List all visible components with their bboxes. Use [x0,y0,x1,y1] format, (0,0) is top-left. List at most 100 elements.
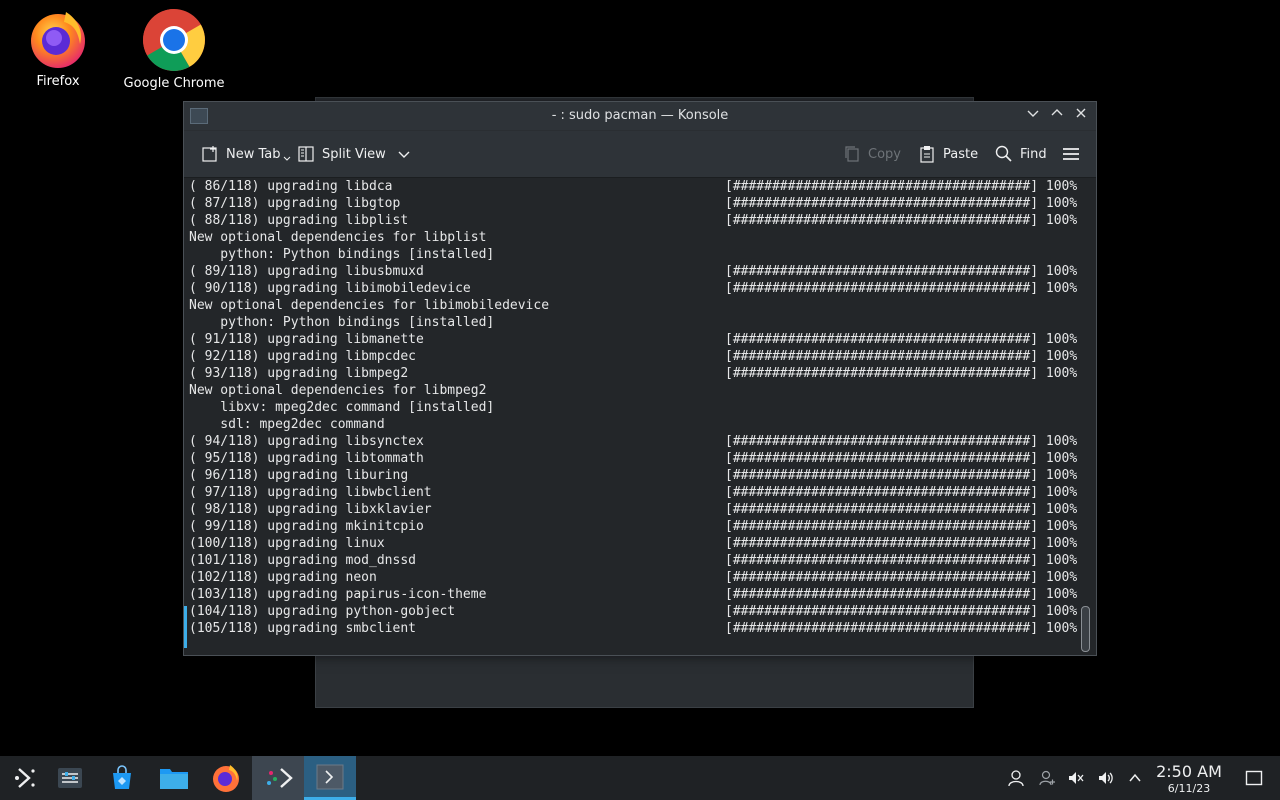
line-marker [184,606,187,648]
terminal-line: ( 92/118) upgrading libmpcdec [##########… [189,348,1079,365]
terminal-line-text: ( 87/118) upgrading libgtop [189,196,401,211]
minimize-button[interactable] [1024,107,1042,125]
terminal-progress-bar: [######################################]… [725,213,1078,228]
taskbar-clock[interactable]: 2:50 AM 6/11/23 [1150,762,1228,795]
maximize-button[interactable] [1048,107,1066,125]
desktop-icon-label: Firefox [36,74,80,89]
terminal-line: (102/118) upgrading neon [###############… [189,569,1079,586]
terminal-line: ( 93/118) upgrading libmpeg2 [###########… [189,365,1079,382]
terminal-line-text: ( 90/118) upgrading libimobiledevice [189,281,471,296]
find-label: Find [1020,146,1047,162]
konsole-window: - : sudo pacman — Konsole New Tab Split … [183,101,1097,656]
terminal-progress-bar: [######################################]… [725,366,1078,381]
terminal-line-text: (103/118) upgrading papirus-icon-theme [189,587,487,602]
taskbar-dolphin[interactable] [148,756,200,800]
terminal-progress-bar: [######################################]… [725,570,1078,585]
terminal-line: ( 94/118) upgrading libsynctex [#########… [189,433,1079,450]
terminal-progress-bar: [######################################]… [725,519,1078,534]
shopping-bag-icon [113,765,131,789]
terminal-line-text: New optional dependencies for libimobile… [189,298,550,313]
taskbar-firefox[interactable] [200,756,252,800]
terminal-line-text: ( 94/118) upgrading libsynctex [189,434,424,449]
taskbar-konsole[interactable] [304,756,356,800]
terminal-line: (101/118) upgrading mod_dnssd [##########… [189,552,1079,569]
desktop-icon-google-chrome[interactable]: Google Chrome [119,8,229,91]
terminal-progress-bar: [######################################]… [725,179,1078,194]
new-tab-button[interactable]: New Tab [201,143,298,165]
show-desktop-icon [1245,770,1263,786]
tray-microphone-muted-button[interactable] [1066,768,1086,788]
terminal-line-text: ( 86/118) upgrading libdca [189,179,393,194]
terminal-line: ( 87/118) upgrading libgtop [############… [189,195,1079,212]
copy-button[interactable]: Copy [843,143,901,165]
user-icon [1008,770,1024,787]
show-desktop-button[interactable] [1244,768,1264,788]
search-icon [995,145,1012,162]
terminal-line: ( 98/118) upgrading libxklavier [########… [189,501,1079,518]
taskbar-steam-launcher[interactable] [252,756,304,800]
terminal-line: ( 88/118) upgrading libplist [###########… [189,212,1079,229]
user-network-icon [1039,770,1055,786]
settings-sliders-icon [58,768,82,788]
terminal-line-text: (102/118) upgrading neon [189,570,377,585]
tray-user-icon-button[interactable] [1006,768,1026,788]
desktop-icon-label: Google Chrome [123,76,225,91]
terminal-line-text: ( 99/118) upgrading mkinitcpio [189,519,424,534]
taskbar-discover[interactable] [96,756,148,800]
chevron-down-icon [283,156,290,161]
terminal-line-text: ( 98/118) upgrading libxklavier [189,502,432,517]
find-button[interactable]: Find [995,143,1047,165]
new-tab-label: New Tab [226,146,281,162]
terminal-line-text: (105/118) upgrading smbclient [189,621,416,636]
terminal-line: (104/118) upgrading python-gobject [#####… [189,603,1079,620]
terminal-scrollbar[interactable] [1081,606,1090,652]
terminal-line-text: New optional dependencies for libplist [189,230,487,245]
taskbar: 2:50 AM 6/11/23 [0,756,1280,800]
volume-icon [1099,772,1113,784]
terminal-line: sdl: mpeg2dec command [189,416,1079,433]
terminal-icon [316,764,344,789]
tray-network-button[interactable] [1037,768,1057,788]
terminal-line: ( 97/118) upgrading libwbclient [########… [189,484,1079,501]
chevron-down-icon [1027,110,1039,117]
terminal-line-text: ( 88/118) upgrading libplist [189,213,409,228]
clock-date: 6/11/23 [1167,782,1211,795]
speaker-muted-icon [1069,772,1084,784]
terminal-line: ( 91/118) upgrading libmanette [#########… [189,331,1079,348]
clock-time: 2:50 AM [1156,762,1222,781]
terminal-progress-bar: [######################################]… [725,485,1078,500]
terminal-line-text: ( 95/118) upgrading libtommath [189,451,424,466]
paste-label: Paste [943,146,979,162]
terminal-line: libxv: mpeg2dec command [installed] [189,399,1079,416]
terminal-output[interactable]: ( 86/118) upgrading libdca [#############… [184,178,1096,655]
chevron-up-icon [1051,109,1063,116]
terminal-line-text: ( 89/118) upgrading libusbmuxd [189,264,424,279]
close-button[interactable] [1072,107,1090,125]
steamdeck-launcher-icon [15,768,35,788]
terminal-progress-bar: [######################################]… [725,502,1078,517]
taskbar-system-settings[interactable] [44,756,96,800]
tray-volume-button[interactable] [1096,768,1116,788]
terminal-line: (105/118) upgrading smbclient [##########… [189,620,1079,637]
terminal-line-text: python: Python bindings [installed] [189,315,495,330]
terminal-line-text: (101/118) upgrading mod_dnssd [189,553,416,568]
terminal-line: python: Python bindings [installed] [189,314,1079,331]
terminal-progress-bar: [######################################]… [725,536,1078,551]
desktop-icon-firefox[interactable]: Firefox [3,8,113,89]
terminal-line: ( 96/118) upgrading liburing [###########… [189,467,1079,484]
tray-expand-button[interactable] [1125,768,1145,788]
terminal-progress-bar: [######################################]… [725,264,1078,279]
paste-icon [920,146,934,163]
terminal-line: ( 86/118) upgrading libdca [#############… [189,178,1079,195]
terminal-line: (103/118) upgrading papirus-icon-theme [#… [189,586,1079,603]
split-view-button[interactable]: Split View [297,143,417,165]
toolbar: New Tab Split View Copy Paste Find [184,131,1096,178]
hamburger-menu-button[interactable] [1062,143,1087,165]
terminal-line-text: sdl: mpeg2dec command [189,417,385,432]
close-icon [1076,108,1086,118]
paste-button[interactable]: Paste [918,143,978,165]
terminal-progress-bar: [######################################]… [725,553,1078,568]
window-titlebar[interactable]: - : sudo pacman — Konsole [184,102,1096,131]
chevron-up-icon [1129,773,1141,782]
terminal-progress-bar: [######################################]… [725,196,1078,211]
